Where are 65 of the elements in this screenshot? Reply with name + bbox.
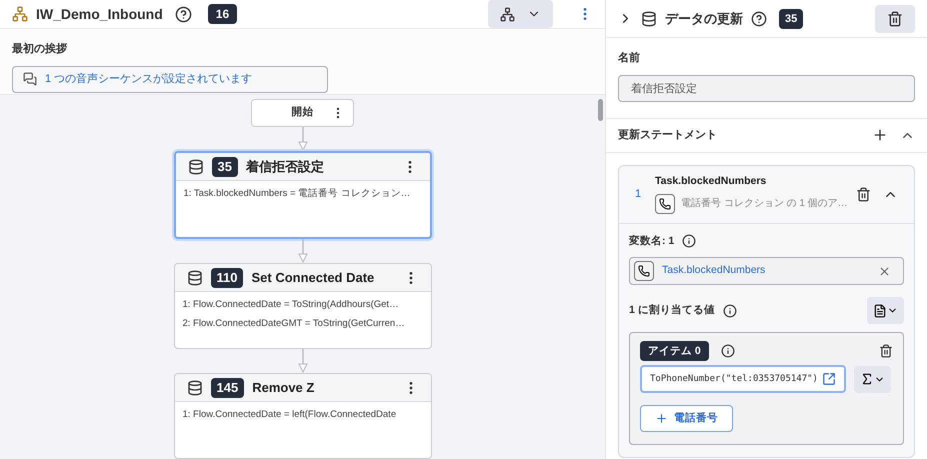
flow-node[interactable]: 110 Set Connected Date 1: Flow.ConnectedDate = ToString(Addhours(Get… 2: Flow.ConnectedDateGMT = ToString(GetCurren… xyxy=(174,263,432,349)
node-statement: 1: Flow.ConnectedDate = left(Flow.ConnectedDate xyxy=(182,408,398,421)
node-title: Set Connected Date xyxy=(251,268,376,287)
phone-icon xyxy=(655,194,675,214)
count-badge: 35 xyxy=(779,8,804,28)
value-label: 1 に割り当てる値 xyxy=(629,302,715,318)
statement-number: 1 xyxy=(635,186,642,202)
statements-label: 更新ステートメント xyxy=(618,128,718,143)
hierarchy-icon xyxy=(500,6,515,22)
variable-value: Task.blockedNumbers xyxy=(662,263,766,278)
name-field[interactable]: 着信拒否設定 xyxy=(618,74,915,102)
node-title: 着信拒否設定 xyxy=(246,158,325,176)
statement-summary: 電話番号 コレクション の 1 個のア… xyxy=(681,196,848,212)
database-icon xyxy=(186,270,202,286)
layout-dropdown-button[interactable] xyxy=(488,0,553,28)
connector-arrow xyxy=(298,127,308,151)
sigma-icon xyxy=(860,372,874,386)
flow-node[interactable]: 35 着信拒否設定 1: Task.blockedNumbers = 電話番号 コレクション… xyxy=(174,151,432,239)
database-icon xyxy=(186,380,202,396)
expression-text: ToPhoneNumber("tel:0353705147") xyxy=(650,372,818,386)
expression-type-dropdown[interactable] xyxy=(854,366,891,393)
variable-label: 変数名: 1 xyxy=(629,234,674,248)
node-badge: 35 xyxy=(212,156,238,176)
expression-field[interactable]: ToPhoneNumber("tel:0353705147") xyxy=(640,365,846,394)
add-icon[interactable] xyxy=(872,127,888,143)
phone-icon xyxy=(634,261,654,282)
plus-icon xyxy=(655,412,668,426)
count-badge: 16 xyxy=(208,4,238,24)
document-icon xyxy=(873,304,887,318)
flow-node[interactable]: 145 Remove Z 1: Flow.ConnectedDate = left(Flow.ConnectedDate xyxy=(174,373,432,459)
trash-icon xyxy=(887,10,903,26)
node-statement: 1: Flow.ConnectedDate = ToString(Addhours(Get… xyxy=(182,298,400,311)
database-icon xyxy=(641,10,657,26)
item-badge: アイテム 0 xyxy=(640,341,709,362)
help-icon[interactable] xyxy=(174,6,192,22)
value-type-dropdown[interactable] xyxy=(867,297,904,324)
help-icon[interactable] xyxy=(751,10,767,26)
name-label: 名前 xyxy=(618,50,641,66)
node-badge: 145 xyxy=(210,378,244,398)
add-phone-button[interactable]: 電話番号 xyxy=(640,405,733,432)
open-editor-icon[interactable] xyxy=(822,372,836,386)
node-badge: 110 xyxy=(210,268,244,288)
chat-bubbles-icon xyxy=(23,72,37,86)
statement-variable: Task.blockedNumbers xyxy=(655,174,768,190)
variable-field[interactable]: Task.blockedNumbers xyxy=(629,257,904,286)
greeting-field[interactable]: 1 つの音声シーケンスが設定されています xyxy=(12,66,328,92)
panel-title: データの更新 xyxy=(665,10,743,28)
database-icon xyxy=(188,158,204,174)
hierarchy-icon xyxy=(12,6,28,22)
delete-icon[interactable] xyxy=(879,344,893,358)
clear-icon[interactable] xyxy=(878,264,891,278)
delete-button[interactable] xyxy=(875,4,915,32)
node-statement: 2: Flow.ConnectedDateGMT = ToString(GetCurren… xyxy=(182,317,406,330)
info-icon[interactable] xyxy=(722,304,737,318)
node-title: Remove Z xyxy=(252,378,316,397)
greeting-label: 最初の挨拶 xyxy=(12,42,68,57)
flow-title: IW_Demo_Inbound xyxy=(36,4,163,24)
delete-icon[interactable] xyxy=(856,186,871,202)
connector-arrow xyxy=(298,239,308,263)
node-statement: 1: Task.blockedNumbers = 電話番号 コレクション… xyxy=(184,187,412,200)
scrollbar-thumb[interactable] xyxy=(598,99,603,121)
connector-arrow xyxy=(298,349,308,373)
start-node[interactable]: 開始 xyxy=(251,99,354,127)
info-icon[interactable] xyxy=(682,234,696,248)
info-icon[interactable] xyxy=(720,344,735,358)
